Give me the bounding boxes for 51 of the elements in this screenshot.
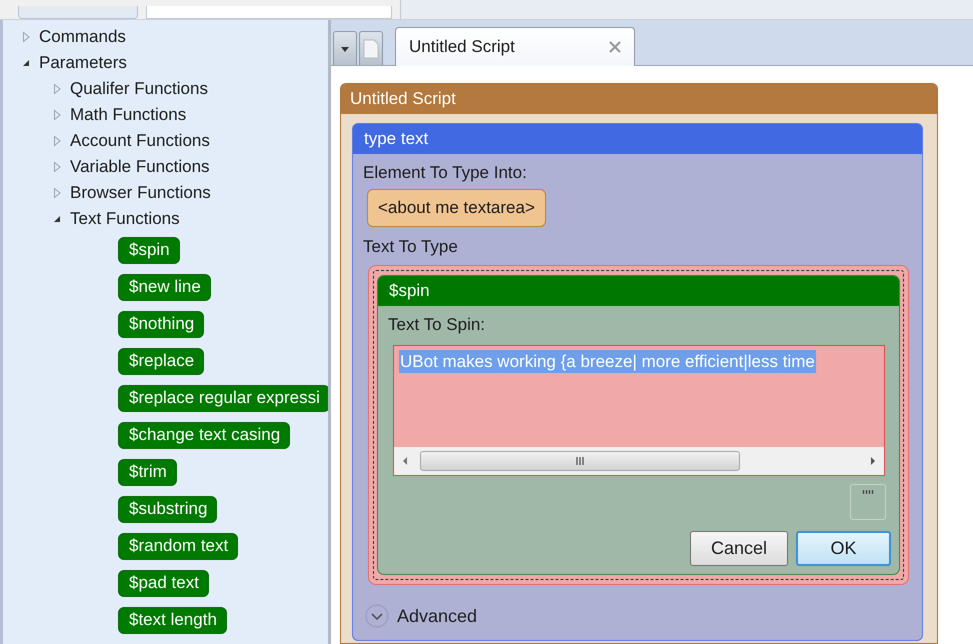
tree-item[interactable]: Parameters xyxy=(39,53,127,73)
command-title: type text xyxy=(353,124,922,154)
function-chip[interactable]: $nothing xyxy=(118,311,204,338)
close-icon[interactable] xyxy=(608,40,622,54)
field-label: Text To Spin: xyxy=(388,315,486,335)
advanced-toggle[interactable]: Advanced xyxy=(363,590,478,632)
function-chip[interactable]: $pad text xyxy=(118,570,209,597)
document-icon xyxy=(363,38,379,58)
function-chip[interactable]: $replace xyxy=(118,348,204,375)
dropdown-button[interactable] xyxy=(333,31,357,65)
function-chip[interactable]: $new line xyxy=(118,274,211,301)
function-chip[interactable]: $replace regular expressi xyxy=(118,385,328,412)
collapsed-triangle-icon[interactable] xyxy=(52,109,62,121)
parameter-title: $spin xyxy=(378,276,899,306)
function-chip[interactable]: $random text xyxy=(118,533,238,560)
collapsed-triangle-icon[interactable] xyxy=(52,83,62,95)
tab-label: Untitled Script xyxy=(409,37,515,57)
tree-item[interactable]: Commands xyxy=(39,27,126,47)
function-chip[interactable]: $text length xyxy=(118,607,227,634)
more-button[interactable]: "" xyxy=(850,484,886,520)
expanded-triangle-icon[interactable] xyxy=(21,58,31,68)
tree-item[interactable]: Math Functions xyxy=(70,105,186,125)
tree-item[interactable]: Variable Functions xyxy=(70,157,210,177)
toolbar-button[interactable] xyxy=(18,6,138,19)
grip-icon xyxy=(575,456,585,466)
cancel-button[interactable]: Cancel xyxy=(690,531,788,566)
function-chip[interactable]: $trim xyxy=(118,459,177,486)
function-chip[interactable]: $change text casing xyxy=(118,422,290,449)
expanded-triangle-icon[interactable] xyxy=(52,214,62,224)
collapsed-triangle-icon[interactable] xyxy=(52,187,62,199)
collapsed-triangle-icon[interactable] xyxy=(21,31,31,43)
ok-button[interactable]: OK xyxy=(796,531,891,566)
field-label: Element To Type Into: xyxy=(363,163,527,183)
tree-item[interactable]: Account Functions xyxy=(70,131,210,151)
script-title: Untitled Script xyxy=(341,84,937,114)
horizontal-scrollbar[interactable] xyxy=(394,447,884,475)
tree-item[interactable]: Browser Functions xyxy=(70,183,211,203)
scroll-right-icon xyxy=(870,456,876,466)
collapsed-triangle-icon[interactable] xyxy=(52,135,62,147)
function-chip[interactable]: $spin xyxy=(118,237,180,264)
editor-tab[interactable]: Untitled Script xyxy=(395,27,635,66)
tree-item[interactable]: Text Functions xyxy=(70,209,180,229)
collapsed-triangle-icon[interactable] xyxy=(52,161,62,173)
text-value: UBot makes working {a breeze| more efficient|less time xyxy=(399,350,816,373)
tree-item[interactable]: Qualifer Functions xyxy=(70,79,208,99)
scroll-left-icon xyxy=(402,456,408,466)
scroll-thumb[interactable] xyxy=(420,451,740,471)
field-label: Text To Type xyxy=(363,237,458,257)
function-chip[interactable]: $substring xyxy=(118,496,218,523)
search-field[interactable] xyxy=(146,6,392,19)
element-chip[interactable]: <about me textarea> xyxy=(367,189,546,227)
